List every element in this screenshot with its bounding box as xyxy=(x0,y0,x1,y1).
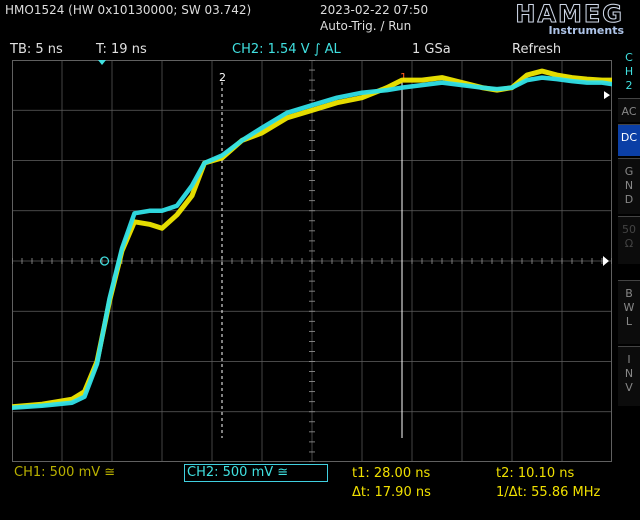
status-bar: TB: 5 ns T: 19 ns CH2: 1.54 V ∫ AL 1 GSa… xyxy=(0,41,613,59)
delta-t-readout: Δt: 17.90 ns xyxy=(352,485,431,500)
cursor-t2-readout: t2: 10.10 ns xyxy=(496,466,575,481)
instrument-id: HMO1524 (HW 0x10130000; SW 03.742) xyxy=(5,3,252,17)
inverse-delta-t-readout: 1/Δt: 55.86 MHz xyxy=(496,485,601,500)
side-button-dc[interactable]: DC xyxy=(618,124,640,156)
ch2-scale-readout[interactable]: CH2: 500 mV ≅ xyxy=(184,464,328,482)
offset-marker xyxy=(604,91,610,100)
channel-tab-letter: C xyxy=(625,51,633,64)
channel-tab-letter: 2 xyxy=(625,79,633,92)
side-button-label: N xyxy=(624,367,634,380)
side-button-50: 50 Ω xyxy=(618,216,640,264)
side-button-label: 50 xyxy=(622,223,636,236)
trigger-position-marker xyxy=(98,60,106,65)
sample-rate-readout: 1 GSa xyxy=(412,42,451,57)
side-button-label: W xyxy=(623,301,635,314)
side-button-gnd[interactable]: GND xyxy=(618,158,640,214)
trigger-level-readout[interactable]: CH2: 1.54 V ∫ AL xyxy=(232,42,341,57)
side-button-label: DC xyxy=(620,131,638,144)
side-button-label: G xyxy=(624,165,634,178)
side-button-label: V xyxy=(625,381,633,394)
cursor-t1-readout: t1: 28.00 ns xyxy=(352,466,431,481)
timebase-readout[interactable]: TB: 5 ns xyxy=(10,42,63,57)
side-button-label: D xyxy=(624,193,634,206)
cursor-t2-label: 2 xyxy=(219,71,226,84)
side-button-label: AC xyxy=(621,105,637,118)
trigger-time-readout[interactable]: T: 19 ns xyxy=(96,42,147,57)
side-button-label: B xyxy=(625,287,633,300)
channel-tab-letter: H xyxy=(624,65,634,78)
brand-logo-subtext: Instruments xyxy=(548,24,624,37)
trigger-level-marker xyxy=(603,256,609,266)
side-button-inv[interactable]: INV xyxy=(618,346,640,406)
acquisition-mode[interactable]: Refresh xyxy=(512,42,561,57)
channel-menu-tab[interactable]: CH2 xyxy=(618,46,640,96)
waveform-display[interactable]: 12 xyxy=(12,60,612,462)
ch1-scale-readout[interactable]: CH1: 500 mV ≅ xyxy=(14,465,115,480)
side-button-label: L xyxy=(625,315,633,328)
side-button-label: I xyxy=(627,353,631,366)
date-time: 2023-02-22 07:50 xyxy=(320,3,429,17)
side-button-label: N xyxy=(624,179,634,192)
trigger-status: Auto-Trig. / Run xyxy=(320,19,412,33)
side-button-ac[interactable]: AC xyxy=(618,98,640,122)
brand-logo: HAMEG Instruments xyxy=(452,0,632,40)
side-button-label: Ω xyxy=(624,237,634,250)
side-button-bwl[interactable]: BWL xyxy=(618,280,640,344)
